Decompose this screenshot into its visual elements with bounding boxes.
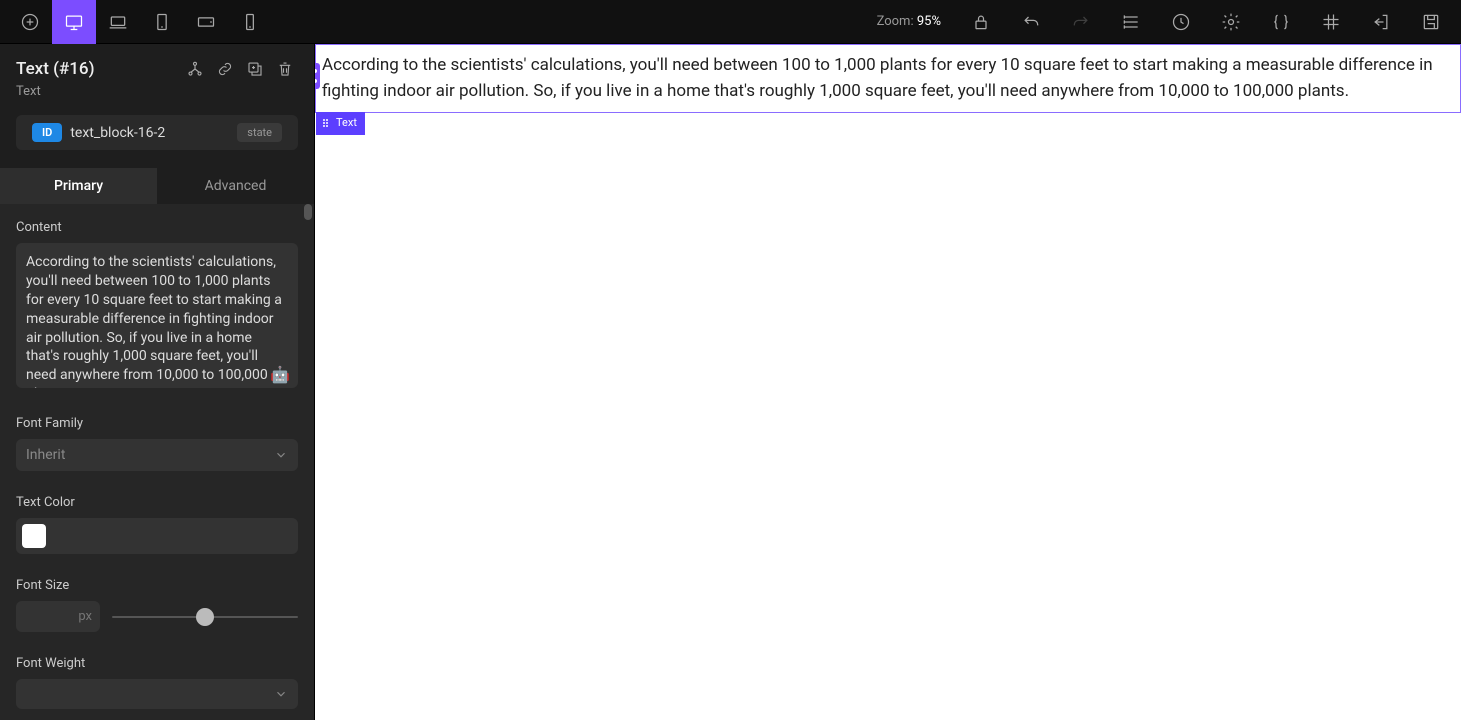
id-row: ID text_block-16-2 state bbox=[16, 115, 298, 150]
font-weight-select[interactable] bbox=[16, 679, 298, 709]
font-size-field: Font Size bbox=[16, 578, 298, 632]
redo-icon bbox=[1071, 12, 1091, 32]
link-button[interactable] bbox=[212, 56, 238, 82]
laptop-icon bbox=[108, 12, 128, 32]
mobile-icon bbox=[240, 12, 260, 32]
viewport-tablet-landscape[interactable] bbox=[184, 0, 228, 44]
property-tabs: Primary Advanced bbox=[0, 168, 314, 204]
settings-button[interactable] bbox=[1209, 0, 1253, 44]
code-button[interactable] bbox=[1259, 0, 1303, 44]
element-tag-label: Text bbox=[336, 115, 357, 132]
font-family-label: Font Family bbox=[16, 416, 298, 431]
font-size-slider[interactable] bbox=[112, 605, 298, 629]
lock-button[interactable] bbox=[959, 0, 1003, 44]
sidebar: Text (#16) Text bbox=[0, 44, 315, 720]
exit-button[interactable] bbox=[1359, 0, 1403, 44]
text-color-field: Text Color bbox=[16, 495, 298, 554]
duplicate-icon bbox=[246, 60, 264, 78]
text-color-input[interactable] bbox=[16, 518, 298, 554]
element-title: Text (#16) bbox=[16, 59, 182, 79]
lock-icon bbox=[971, 12, 991, 32]
state-badge[interactable]: state bbox=[237, 123, 282, 142]
clock-icon bbox=[1171, 12, 1191, 32]
undo-icon bbox=[1021, 12, 1041, 32]
tree-button[interactable] bbox=[182, 56, 208, 82]
font-family-value: Inherit bbox=[26, 447, 65, 463]
scrollbar-thumb[interactable] bbox=[304, 204, 312, 220]
zoom-value: 95% bbox=[917, 14, 941, 29]
undo-button[interactable] bbox=[1009, 0, 1053, 44]
braces-icon bbox=[1271, 12, 1291, 32]
zoom-label: Zoom: 95% bbox=[877, 14, 941, 29]
grid-button[interactable] bbox=[1309, 0, 1353, 44]
structure-button[interactable] bbox=[1109, 0, 1153, 44]
font-family-select[interactable]: Inherit bbox=[16, 439, 298, 471]
text-color-label: Text Color bbox=[16, 495, 298, 510]
viewport-mobile[interactable] bbox=[228, 0, 272, 44]
grid-icon bbox=[1321, 12, 1341, 32]
plus-circle-icon bbox=[20, 12, 40, 32]
chevron-down-icon bbox=[274, 448, 288, 462]
font-size-input[interactable] bbox=[16, 601, 100, 632]
canvas[interactable]: According to the scientists' calculation… bbox=[315, 44, 1461, 720]
element-type: Text bbox=[16, 84, 298, 99]
drag-handle[interactable] bbox=[315, 63, 320, 89]
content-label: Content bbox=[16, 220, 298, 235]
slider-thumb[interactable] bbox=[196, 608, 214, 626]
text-element[interactable]: According to the scientists' calculation… bbox=[315, 44, 1461, 113]
font-weight-label: Font Weight bbox=[16, 656, 298, 671]
tree-icon bbox=[186, 60, 204, 78]
gear-icon bbox=[1221, 12, 1241, 32]
tablet-portrait-icon bbox=[152, 12, 172, 32]
structure-icon bbox=[1121, 12, 1141, 32]
drag-dots-icon bbox=[322, 118, 332, 128]
tab-advanced[interactable]: Advanced bbox=[157, 168, 314, 204]
content-textarea[interactable] bbox=[16, 243, 298, 388]
id-value[interactable]: text_block-16-2 bbox=[70, 125, 229, 141]
viewport-laptop[interactable] bbox=[96, 0, 140, 44]
delete-button[interactable] bbox=[272, 56, 298, 82]
tab-primary[interactable]: Primary bbox=[0, 168, 157, 204]
content-field: Content 🤖 bbox=[16, 220, 298, 392]
tablet-landscape-icon bbox=[196, 12, 216, 32]
font-weight-field: Font Weight bbox=[16, 656, 298, 709]
viewport-tablet[interactable] bbox=[140, 0, 184, 44]
properties-panel: Content 🤖 Font Family Inherit Text Color bbox=[0, 204, 314, 720]
text-content: According to the scientists' calculation… bbox=[322, 55, 1433, 101]
save-button[interactable] bbox=[1409, 0, 1453, 44]
chevron-down-icon bbox=[274, 687, 288, 701]
add-button[interactable] bbox=[8, 0, 52, 44]
toolbar-right: Zoom: 95% bbox=[877, 0, 1453, 44]
save-icon bbox=[1421, 12, 1441, 32]
sidebar-header: Text (#16) Text bbox=[0, 44, 314, 107]
font-size-label: Font Size bbox=[16, 578, 298, 593]
id-badge: ID bbox=[32, 123, 62, 142]
color-swatch[interactable] bbox=[22, 524, 46, 548]
history-button[interactable] bbox=[1159, 0, 1203, 44]
top-toolbar: Zoom: 95% bbox=[0, 0, 1461, 44]
zoom-label-text: Zoom: bbox=[877, 14, 914, 29]
link-icon bbox=[216, 60, 234, 78]
trash-icon bbox=[276, 60, 294, 78]
main-area: Text (#16) Text bbox=[0, 44, 1461, 720]
exit-icon bbox=[1371, 12, 1391, 32]
redo-button[interactable] bbox=[1059, 0, 1103, 44]
desktop-icon bbox=[64, 12, 84, 32]
element-tag[interactable]: Text bbox=[316, 112, 365, 135]
toolbar-left bbox=[8, 0, 272, 44]
emoji-picker-button[interactable]: 🤖 bbox=[270, 365, 290, 384]
duplicate-button[interactable] bbox=[242, 56, 268, 82]
font-family-field: Font Family Inherit bbox=[16, 416, 298, 471]
viewport-desktop[interactable] bbox=[52, 0, 96, 44]
